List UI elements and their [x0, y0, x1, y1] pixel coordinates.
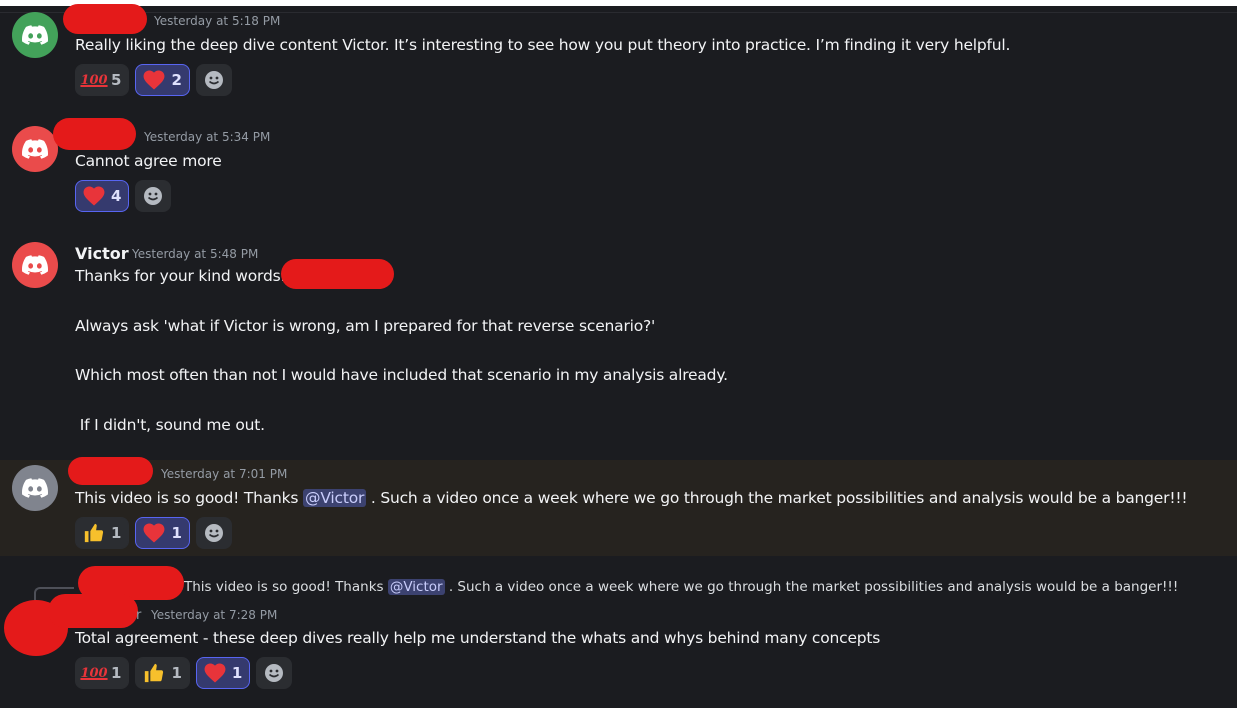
avatar[interactable]: [12, 126, 58, 172]
message-text-start: This video is so good! Thanks: [75, 489, 304, 507]
avatar[interactable]: [12, 242, 58, 288]
reaction-count: 1: [231, 664, 243, 682]
author-name[interactable]: r: [136, 608, 141, 623]
timestamp: Yesterday at 5:48 PM: [132, 247, 259, 261]
reply-preview[interactable]: This video is so good! Thanks @Victor . …: [184, 579, 1178, 595]
add-reaction-icon: [204, 524, 223, 542]
redacted-username: [53, 118, 136, 150]
reactions: 1 1: [75, 517, 232, 549]
reaction-heart[interactable]: 2: [135, 64, 190, 96]
red-heart-icon: [83, 185, 105, 207]
message-text: Cannot agree more: [75, 152, 222, 170]
reaction-heart[interactable]: 4: [75, 180, 130, 212]
reactions: 4: [75, 180, 172, 212]
thumbs-up-icon: [83, 522, 105, 544]
reaction-count: 2: [171, 71, 182, 89]
discord-logo-icon: [22, 255, 48, 275]
redacted-username: [48, 594, 138, 628]
reaction-hundred[interactable]: 100 1: [75, 657, 130, 689]
discord-logo-icon: [22, 478, 48, 498]
message-line: If I didn't, sound me out.: [75, 416, 265, 434]
add-reaction-button[interactable]: [195, 517, 232, 549]
timestamp: Yesterday at 7:28 PM: [151, 608, 278, 622]
reaction-count: 4: [111, 187, 122, 205]
redacted-username: [63, 4, 147, 34]
reactions: 100 5 2: [75, 64, 232, 96]
reaction-heart[interactable]: 1: [135, 517, 190, 549]
timestamp: Yesterday at 5:18 PM: [154, 14, 281, 28]
reaction-count: 1: [111, 524, 122, 542]
user-mention[interactable]: @Victor: [387, 579, 445, 595]
reaction-heart[interactable]: 1: [195, 657, 251, 689]
redacted-username: [68, 457, 153, 485]
reaction-count: 1: [171, 524, 182, 542]
message-line: Always ask 'what if Victor is wrong, am …: [75, 317, 656, 335]
avatar[interactable]: [12, 12, 58, 58]
author-name[interactable]: Victor: [75, 244, 129, 263]
message-text: Really liking the deep dive content Vict…: [75, 36, 1011, 54]
reaction-thumbs-up[interactable]: 1: [135, 657, 190, 689]
hundred-points-icon: 100: [80, 665, 108, 681]
message-text: Total agreement - these deep dives reall…: [75, 629, 881, 647]
hundred-points-icon: 100: [80, 72, 108, 88]
timestamp: Yesterday at 5:34 PM: [144, 130, 271, 144]
red-heart-icon: [143, 522, 165, 544]
message-line: Thanks for your kind words.: [75, 267, 286, 285]
reaction-count: 1: [111, 664, 122, 682]
redacted-mention: [281, 259, 394, 289]
reaction-count: 5: [111, 71, 122, 89]
add-reaction-icon: [144, 187, 163, 205]
reply-text-start: This video is so good! Thanks: [184, 579, 388, 595]
reply-text-end: . Such a video once a week where we go t…: [444, 579, 1179, 595]
reaction-thumbs-up[interactable]: 1: [75, 517, 130, 549]
message-line: Which most often than not I would have i…: [75, 366, 728, 384]
message-text-end: . Such a video once a week where we go t…: [366, 489, 1188, 507]
red-heart-icon: [204, 662, 226, 684]
reaction-hundred[interactable]: 100 5: [75, 64, 130, 96]
user-mention[interactable]: @Victor: [303, 489, 367, 507]
discord-logo-icon: [22, 25, 48, 45]
message-text: This video is so good! Thanks @Victor . …: [75, 489, 1188, 507]
avatar[interactable]: [12, 465, 58, 511]
add-reaction-button[interactable]: [256, 657, 293, 689]
discord-logo-icon: [22, 139, 48, 159]
thumbs-up-icon: [143, 662, 165, 684]
reaction-count: 1: [171, 664, 182, 682]
add-reaction-button[interactable]: [135, 180, 172, 212]
timestamp: Yesterday at 7:01 PM: [161, 467, 288, 481]
divider: [0, 12, 1237, 13]
add-reaction-button[interactable]: [195, 64, 232, 96]
window-top-edge: [0, 0, 1237, 6]
red-heart-icon: [143, 69, 165, 91]
reactions: 100 1 1 1: [75, 657, 293, 689]
add-reaction-icon: [204, 71, 223, 89]
add-reaction-icon: [265, 664, 284, 682]
